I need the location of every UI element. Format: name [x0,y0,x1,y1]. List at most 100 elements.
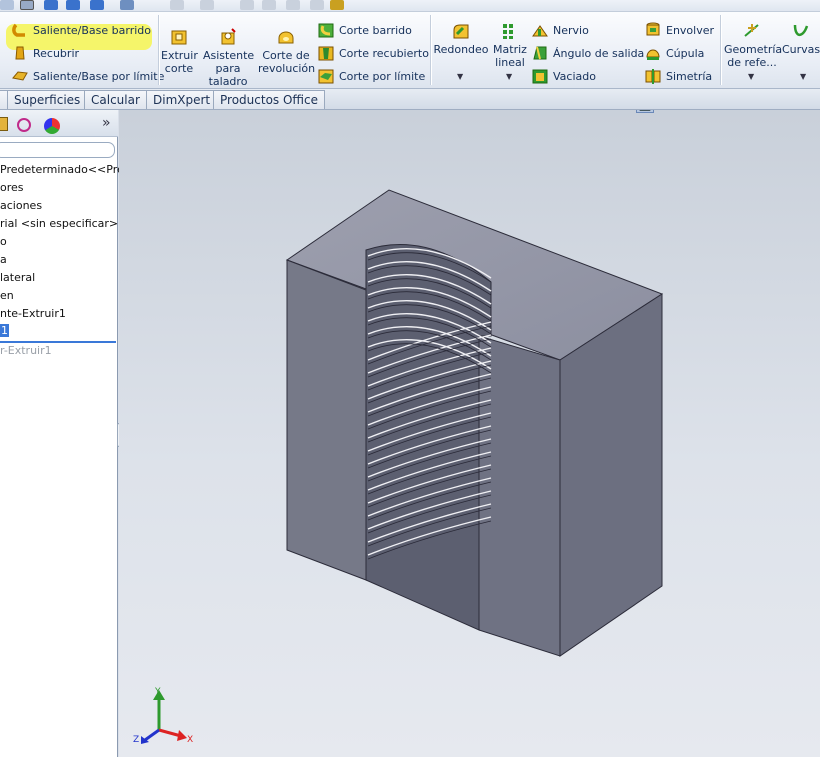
pan-icon[interactable]: ✥ [659,110,677,113]
curves-dropdown-icon[interactable]: ▼ [800,72,806,81]
ribbon-separator [430,15,431,85]
scene-icon[interactable]: ◕ [803,110,820,113]
curves-icon [793,24,809,37]
file-props-icon[interactable] [286,0,300,10]
extrude-cut-button[interactable]: Extruir corte [161,28,198,75]
link-icon[interactable] [120,0,134,10]
tab-evaluate[interactable]: Calcular [84,90,147,109]
pattern-dropdown-icon[interactable]: ▼ [506,72,512,81]
ribbon-separator [158,15,159,85]
lofted-cut-label: Corte recubierto [339,46,429,60]
reference-geometry-icon [744,24,759,37]
boundary-boss-button[interactable]: Saliente/Base por límite [12,68,164,84]
draft-label: Ángulo de salida [553,46,645,60]
tree-item-selected[interactable]: 1 [0,324,9,337]
dome-button[interactable]: Cúpula [645,45,704,61]
graphics-area[interactable]: ⌕ ⌕ ↶ ⟳ ▦ ✥ ◳ ◧ ⚲ ◕ ◕ Y X Z [119,110,820,757]
fillet-dropdown-icon[interactable]: ▼ [457,72,463,81]
more-tabs-button[interactable]: » [102,115,111,131]
tree-item-cut-extrude[interactable]: r-Extruir1 [0,344,52,357]
edit-sketch-icon[interactable] [20,0,34,10]
shell-label: Vaciado [553,69,596,83]
swept-cut-icon [318,23,334,38]
threaded-part-model[interactable] [119,110,820,757]
tree-item-configuration[interactable]: Predeterminado<<Pred [0,163,131,176]
sketch-icon[interactable] [0,0,14,10]
ref-geometry-dropdown-icon[interactable]: ▼ [748,72,754,81]
zoom-to-area-icon[interactable]: ⌕ [566,110,584,113]
tree-item-material[interactable]: rial <sin especificar> [0,217,118,230]
reference-geometry-button[interactable]: Geometría de refe... [724,22,783,69]
undo-icon[interactable] [170,0,184,10]
linear-pattern-button[interactable]: Matriz lineal [492,22,528,69]
wrap-button[interactable]: Envolver [645,22,714,38]
boundary-cut-label: Corte por límite [339,69,426,83]
draft-icon [533,46,547,60]
display-manager-icon[interactable] [44,118,60,134]
rollback-bar[interactable] [0,341,116,343]
swept-cut-button[interactable]: Corte barrido [318,22,412,38]
tab-surfaces[interactable]: Superficies [7,90,88,109]
fillet-icon [453,24,469,39]
reference-geometry-label-1: Geometría [724,43,783,56]
triad-z-label: Z [133,735,139,745]
display-style-icon[interactable]: ◧ [715,110,733,113]
lofted-cut-button[interactable]: Corte recubierto [318,45,429,61]
tree-item-top-plane[interactable]: a [0,253,7,266]
draft-button[interactable]: Ángulo de salida [532,45,644,61]
revolve-cut-button[interactable]: Corte de revolución [258,28,315,75]
curves-button[interactable]: Curvas [782,22,820,56]
rotate-view-icon[interactable]: ⟳ [613,110,631,113]
hole-wizard-button[interactable]: Asistente para taladro [203,28,255,88]
mirror-label: Simetría [666,69,713,83]
reference-geometry-label-2: de refe... [727,56,777,69]
appearance-icon[interactable]: ◕ [779,110,797,113]
shell-button[interactable]: Vaciado [532,68,596,84]
help-icon[interactable] [330,0,344,10]
view-orientation-icon[interactable]: ◳ [681,110,699,113]
configuration-manager-icon[interactable] [17,118,31,132]
dome-label: Cúpula [666,46,705,60]
tree-item-origin[interactable]: en [0,289,14,302]
sweep-boss-button[interactable]: Saliente/Base barrido [12,22,151,38]
zoom-to-fit-icon[interactable]: ⌕ [543,110,561,113]
hole-wizard-label-1: Asistente [203,49,255,62]
rib-button[interactable]: Nervio [532,22,589,38]
hide-show-items-icon[interactable]: ⚲ [747,110,765,113]
view-top-icon[interactable] [66,0,80,10]
fillet-button[interactable]: Redondeo [433,22,489,56]
triad-x-label: X [187,735,193,745]
hole-wizard-icon [221,28,236,45]
redo-icon[interactable] [200,0,214,10]
loft-boss-label: Recubrir [33,46,80,60]
tab-office-products[interactable]: Productos Office [213,90,325,109]
property-manager-icon[interactable] [0,117,8,131]
options-icon[interactable] [310,0,324,10]
tree-item-right-plane[interactable]: lateral [0,271,35,284]
tree-item-boss-extrude[interactable]: nte-Extruir1 [0,307,66,320]
dome-icon [646,49,660,60]
rebuild-icon[interactable] [262,0,276,10]
wrap-label: Envolver [666,23,715,37]
command-manager-ribbon: Saliente/Base barrido Recubrir Saliente/… [0,12,820,89]
wrap-icon [646,22,660,36]
previous-view-icon[interactable]: ↶ [590,110,608,113]
loft-boss-button[interactable]: Recubrir [12,45,79,61]
boundary-cut-button[interactable]: Corte por límite [318,68,425,84]
feature-filter-input[interactable] [0,142,115,158]
shell-icon [532,69,548,84]
linear-pattern-icon [503,24,513,39]
view-front-icon[interactable] [44,0,58,10]
tree-item-front-plane[interactable]: o [0,235,7,248]
view-right-icon[interactable] [90,0,104,10]
tree-item-sensors[interactable]: ores [0,181,24,194]
tree-item-annotations[interactable]: aciones [0,199,42,212]
ribbon-separator [720,15,721,85]
tab-dimxpert[interactable]: DimXpert [146,90,218,109]
hole-wizard-label-2: para [215,62,241,75]
sweep-boss-label: Saliente/Base barrido [33,23,151,37]
revolve-cut-label-1: Corte de [262,49,310,62]
section-view-icon[interactable]: ▦ [636,110,654,113]
mirror-button[interactable]: Simetría [645,68,712,84]
select-icon[interactable] [240,0,254,10]
